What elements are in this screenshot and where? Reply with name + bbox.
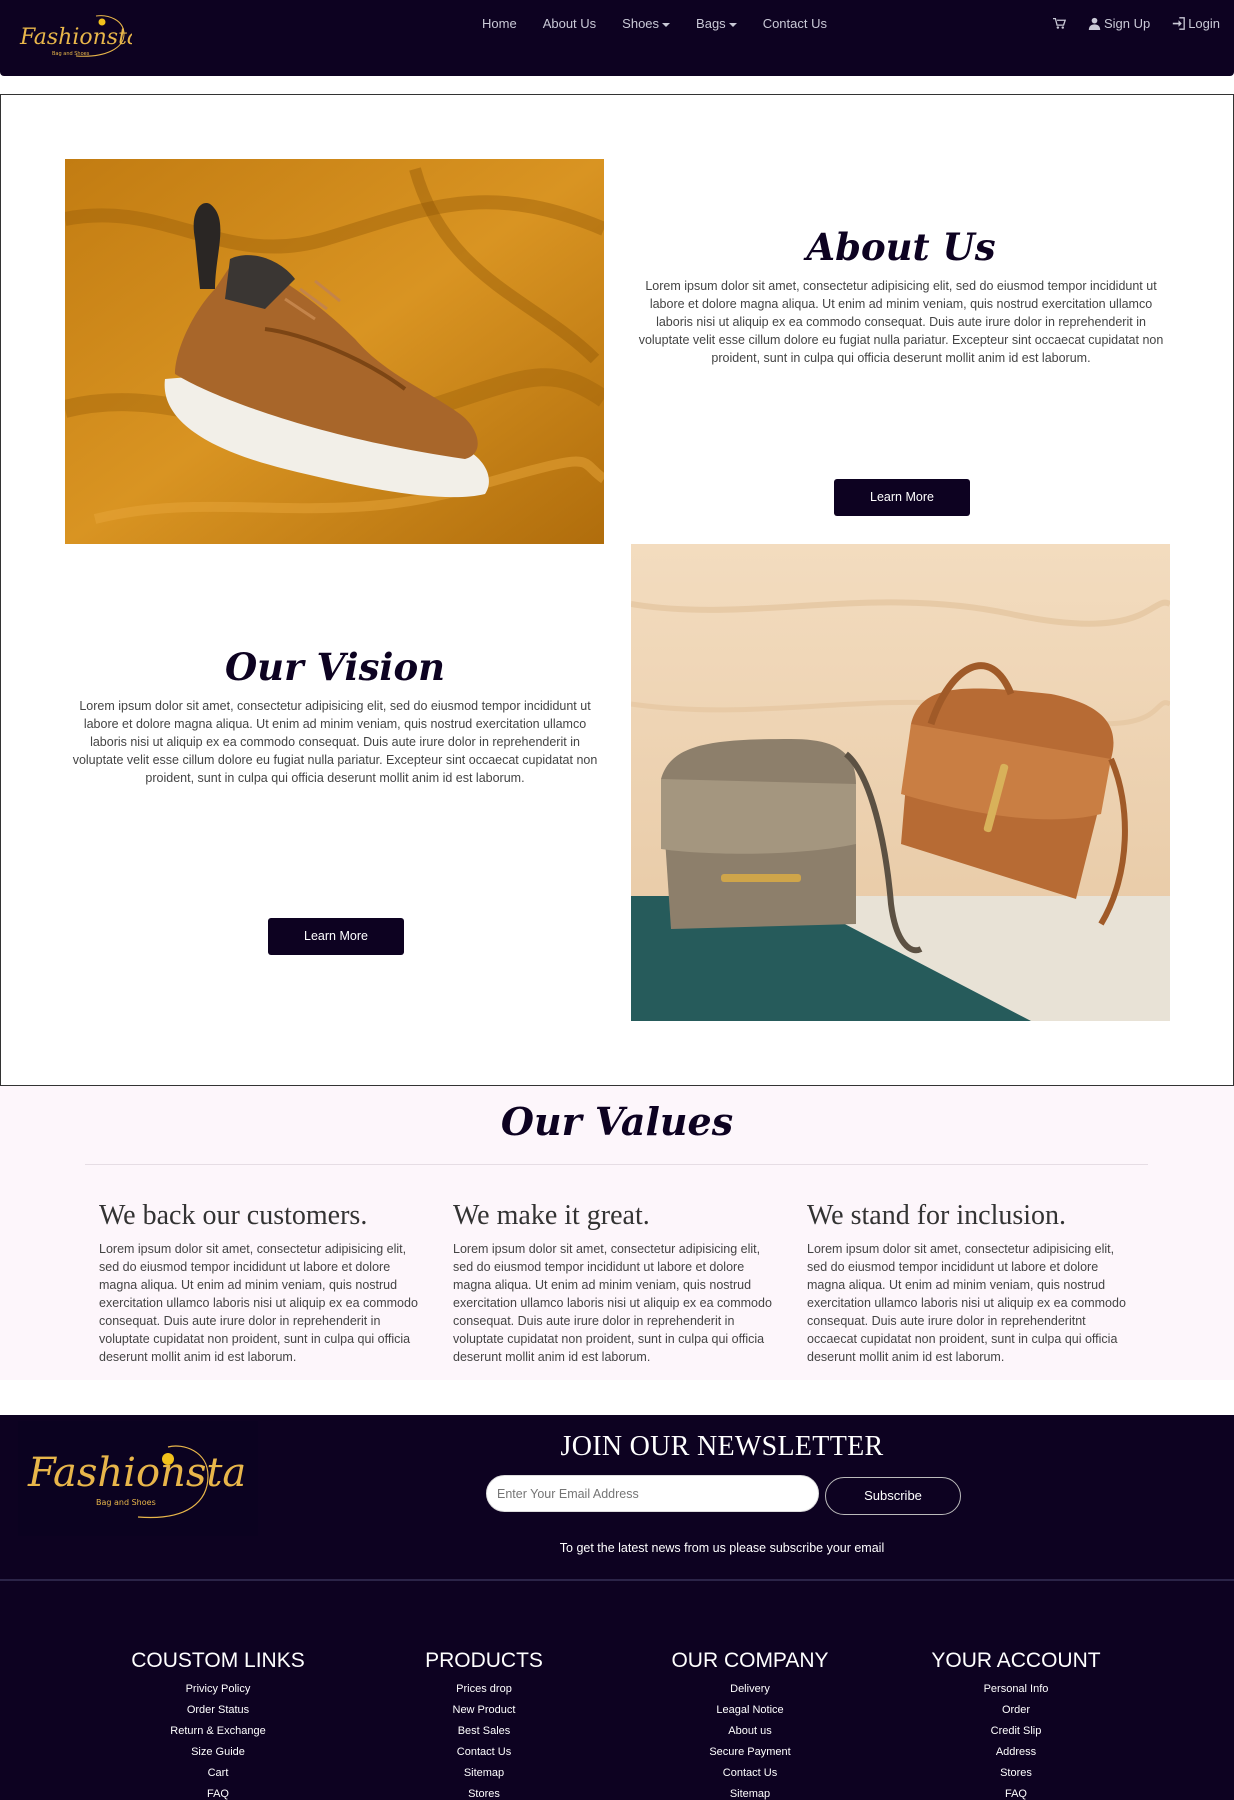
handbags-image bbox=[631, 544, 1170, 1021]
vision-block: Our Vision Lorem ipsum dolor sit amet, c… bbox=[65, 645, 605, 955]
login-label: Login bbox=[1188, 16, 1220, 31]
nav-account: Sign Up Login bbox=[1052, 16, 1220, 31]
user-icon bbox=[1088, 17, 1101, 30]
value-text: Lorem ipsum dolor sit amet, consectetur … bbox=[453, 1242, 772, 1364]
footer-link[interactable]: Personal Info bbox=[896, 1679, 1136, 1700]
footer-link[interactable]: Privicy Policy bbox=[98, 1679, 338, 1700]
nav-shoes-dropdown[interactable]: Shoes bbox=[609, 16, 683, 31]
footer-link[interactable]: Delivery bbox=[630, 1679, 870, 1700]
footer-column-title: OUR COMPANY bbox=[671, 1649, 829, 1672]
footer-link[interactable]: Order bbox=[896, 1700, 1136, 1721]
footer-link[interactable]: Address bbox=[896, 1742, 1136, 1763]
footer-brand-logo[interactable]: Fashionsta Bag and Shoes bbox=[18, 1421, 258, 1536]
cart-icon bbox=[1052, 17, 1066, 29]
footer-link[interactable]: Contact Us bbox=[630, 1763, 870, 1784]
sign-up-label: Sign Up bbox=[1103, 16, 1151, 31]
footer-column-title: PRODUCTS bbox=[425, 1649, 543, 1672]
vision-text: Lorem ipsum dolor sit amet, consectetur … bbox=[72, 699, 598, 785]
nav-contact-us[interactable]: Contact Us bbox=[750, 16, 840, 31]
about-learn-more-button[interactable]: Learn More bbox=[834, 479, 970, 516]
footer-link[interactable]: Secure Payment bbox=[630, 1742, 870, 1763]
footer-link[interactable]: Stores bbox=[896, 1763, 1136, 1784]
newsletter-section: Fashionsta Bag and Shoes JOIN OUR NEWSLE… bbox=[0, 1415, 1234, 1580]
nav-shoes-label: Shoes bbox=[622, 16, 660, 31]
newsletter-subtext: To get the latest news from us please su… bbox=[559, 1541, 885, 1555]
footer-link[interactable]: Prices drop bbox=[364, 1679, 604, 1700]
login-link[interactable]: Login bbox=[1172, 16, 1220, 31]
footer-column-your-account: YOUR ACCOUNT Personal Info Order Credit … bbox=[896, 1649, 1136, 1800]
value-item: We make it great. Lorem ipsum dolor sit … bbox=[453, 1200, 783, 1366]
svg-text:Bag and Shoes: Bag and Shoes bbox=[96, 1498, 156, 1507]
about-us-block: About Us Lorem ipsum dolor sit amet, con… bbox=[631, 225, 1171, 516]
value-heading: We stand for inclusion. bbox=[807, 1200, 1067, 1231]
value-text: Lorem ipsum dolor sit amet, consectetur … bbox=[807, 1242, 1126, 1364]
value-item: We back our customers. Lorem ipsum dolor… bbox=[99, 1200, 429, 1366]
login-icon bbox=[1173, 17, 1186, 30]
footer-column-title: COUSTOM LINKS bbox=[131, 1649, 305, 1672]
values-divider bbox=[85, 1164, 1148, 1165]
footer-link[interactable]: Return & Exchange bbox=[98, 1721, 338, 1742]
value-item: We stand for inclusion. Lorem ipsum dolo… bbox=[807, 1200, 1137, 1366]
footer-column-our-company: OUR COMPANY Delivery Leagal Notice About… bbox=[630, 1649, 870, 1800]
sneaker-image bbox=[65, 159, 604, 544]
brand-logo[interactable]: Fashionsta Bag and Shoes bbox=[16, 8, 140, 68]
footer-link[interactable]: Best Sales bbox=[364, 1721, 604, 1742]
value-text: Lorem ipsum dolor sit amet, consectetur … bbox=[99, 1242, 418, 1364]
newsletter-email-input[interactable] bbox=[486, 1475, 819, 1512]
vision-learn-more-button[interactable]: Learn More bbox=[268, 918, 404, 955]
svg-text:Fashionsta: Fashionsta bbox=[27, 1450, 246, 1496]
vision-title: Our Vision bbox=[224, 645, 446, 689]
values-section: Our Values We back our customers. Lorem … bbox=[0, 1086, 1234, 1380]
footer-column-custom-links: COUSTOM LINKS Privicy Policy Order Statu… bbox=[98, 1649, 338, 1800]
nav-about-us[interactable]: About Us bbox=[530, 16, 609, 31]
subscribe-button[interactable]: Subscribe bbox=[825, 1477, 961, 1515]
footer-link[interactable]: Order Status bbox=[98, 1700, 338, 1721]
about-section: About Us Lorem ipsum dolor sit amet, con… bbox=[0, 94, 1234, 1086]
about-us-title: About Us bbox=[806, 225, 996, 269]
nav-links: Home About Us Shoes Bags Contact Us bbox=[469, 16, 840, 31]
footer-link[interactable]: Sitemap bbox=[630, 1784, 870, 1800]
value-heading: We make it great. bbox=[453, 1200, 650, 1231]
nav-bags-dropdown[interactable]: Bags bbox=[683, 16, 750, 31]
navbar: Fashionsta Bag and Shoes Home About Us S… bbox=[0, 0, 1234, 76]
footer-link[interactable]: About us bbox=[630, 1721, 870, 1742]
value-heading: We back our customers. bbox=[99, 1200, 368, 1231]
svg-text:Fashionsta: Fashionsta bbox=[19, 25, 132, 50]
footer-link[interactable]: Credit Slip bbox=[896, 1721, 1136, 1742]
footer-link[interactable]: FAQ bbox=[98, 1784, 338, 1800]
footer-link[interactable]: Leagal Notice bbox=[630, 1700, 870, 1721]
caret-down-icon bbox=[662, 22, 671, 27]
footer-column-title: YOUR ACCOUNT bbox=[931, 1649, 1101, 1672]
footer-link[interactable]: Stores bbox=[364, 1784, 604, 1800]
newsletter-title: JOIN OUR NEWSLETTER bbox=[560, 1431, 884, 1462]
sign-up-link[interactable]: Sign Up bbox=[1088, 16, 1150, 31]
svg-text:Bag and Shoes: Bag and Shoes bbox=[52, 51, 90, 57]
nav-bags-label: Bags bbox=[696, 16, 726, 31]
nav-home[interactable]: Home bbox=[469, 16, 530, 31]
about-us-text: Lorem ipsum dolor sit amet, consectetur … bbox=[638, 279, 1164, 365]
footer-link[interactable]: Sitemap bbox=[364, 1763, 604, 1784]
footer-link[interactable]: Cart bbox=[98, 1763, 338, 1784]
footer-link[interactable]: New Product bbox=[364, 1700, 604, 1721]
footer: COUSTOM LINKS Privicy Policy Order Statu… bbox=[0, 1581, 1234, 1800]
footer-link[interactable]: FAQ bbox=[896, 1784, 1136, 1800]
footer-link[interactable]: Size Guide bbox=[98, 1742, 338, 1763]
cart-button[interactable] bbox=[1052, 17, 1066, 30]
caret-down-icon bbox=[728, 22, 737, 27]
footer-column-products: PRODUCTS Prices drop New Product Best Sa… bbox=[364, 1649, 604, 1800]
values-title: Our Values bbox=[500, 1099, 734, 1144]
footer-link[interactable]: Contact Us bbox=[364, 1742, 604, 1763]
